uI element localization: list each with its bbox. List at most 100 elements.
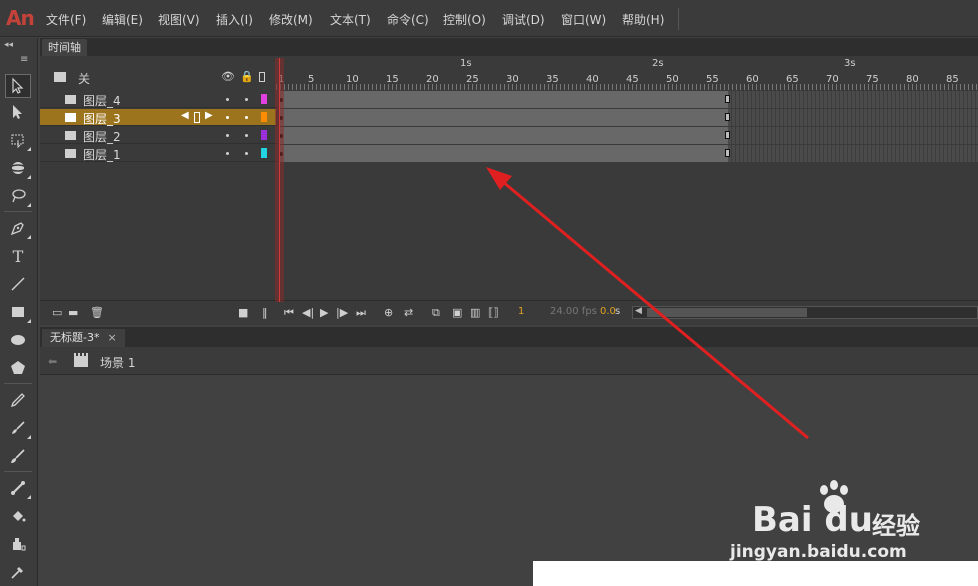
camera-icon[interactable]: ■ (238, 306, 248, 319)
lock-dot[interactable] (245, 152, 248, 155)
layer-color-swatch[interactable] (261, 148, 267, 158)
ink-bottle-tool-icon[interactable] (5, 532, 31, 556)
keyframe-toggle-icon[interactable] (194, 112, 200, 123)
end-frame[interactable] (725, 149, 730, 157)
onion-outline-icon[interactable]: ▣ (452, 306, 462, 319)
lock-icon[interactable]: 🔒 (240, 70, 254, 83)
go-first-icon[interactable]: ⏮ (284, 306, 294, 320)
layer-color-swatch[interactable] (261, 94, 267, 104)
scroll-left-icon[interactable]: ◀ (635, 306, 642, 316)
end-frame[interactable] (725, 131, 730, 139)
next-keyframe-icon[interactable]: ▶ (205, 110, 213, 121)
edit-multiple-icon[interactable]: ▥ (470, 306, 480, 319)
collapse-icon[interactable]: ◂◂ (4, 40, 13, 50)
layer-row[interactable]: 图层_2 (40, 127, 276, 144)
lasso-tool-icon[interactable] (5, 184, 31, 208)
prev-keyframe-icon[interactable]: ◀ (181, 110, 189, 121)
free-transform-tool-icon[interactable] (5, 128, 31, 152)
lock-dot[interactable] (245, 98, 248, 101)
empty-frames[interactable] (728, 109, 978, 126)
menu-text[interactable]: 文本(T) (330, 11, 371, 28)
frame-span[interactable] (280, 109, 728, 126)
frame-span[interactable] (280, 91, 728, 108)
menu-control[interactable]: 控制(O) (443, 11, 486, 28)
scene-label[interactable]: 场景 1 (100, 354, 135, 371)
frame-ruler[interactable]: 1s 2s 3s 1 5 10 15 20 25 30 35 40 45 50 … (276, 56, 978, 90)
bone-tool-icon[interactable] (5, 476, 31, 500)
brush-tool-icon[interactable] (5, 444, 31, 468)
selection-tool-icon[interactable] (5, 74, 31, 98)
empty-frames[interactable] (728, 91, 978, 108)
frames-grid[interactable] (276, 90, 978, 162)
paint-brush-tool-icon[interactable] (5, 416, 31, 440)
layer-name[interactable]: 图层_2 (83, 128, 121, 145)
layer-row-selected[interactable]: 图层_3 ◀ ▶ (40, 109, 276, 126)
layer-color-swatch[interactable] (261, 112, 267, 122)
visibility-dot[interactable] (226, 98, 229, 101)
loop-icon[interactable]: ⇄ (404, 306, 413, 319)
panel-menu-icon[interactable]: ≡ (20, 54, 28, 65)
menu-edit[interactable]: 编辑(E) (102, 11, 143, 28)
frame-rate[interactable]: 24.00 fps (550, 306, 597, 317)
oval-tool-icon[interactable] (5, 328, 31, 352)
menu-window[interactable]: 窗口(W) (561, 11, 606, 28)
pen-tool-icon[interactable] (5, 216, 31, 240)
new-folder-icon[interactable]: ▬ (68, 306, 78, 319)
rectangle-tool-icon[interactable] (5, 300, 31, 324)
layer-row[interactable]: 图层_1 (40, 145, 276, 162)
elapsed-time[interactable]: 0.0 (600, 306, 616, 317)
menu-file[interactable]: 文件(F) (46, 11, 86, 28)
play-icon[interactable]: ▶ (320, 306, 328, 319)
frame-row[interactable] (276, 109, 978, 126)
frame-row[interactable] (276, 91, 978, 108)
layer-color-swatch[interactable] (261, 130, 267, 140)
menu-view[interactable]: 视图(V) (158, 11, 200, 28)
empty-frames[interactable] (728, 127, 978, 144)
menu-insert[interactable]: 插入(I) (216, 11, 253, 28)
new-layer-icon[interactable]: ▭ (52, 306, 62, 319)
eye-icon[interactable]: 👁 (221, 70, 235, 83)
modify-markers-icon[interactable]: ⟦⟧ (488, 306, 499, 319)
frame-row[interactable] (276, 145, 978, 162)
menu-commands[interactable]: 命令(C) (387, 11, 429, 28)
delete-icon[interactable]: 🗑 (90, 306, 104, 319)
layer-folder-icon[interactable] (54, 72, 66, 82)
timeline-scrollbar[interactable]: ◀ (632, 306, 978, 319)
subselection-tool-icon[interactable] (5, 100, 31, 124)
pause-icon[interactable]: ‖ (262, 306, 268, 319)
frame-span[interactable] (280, 145, 728, 162)
close-icon[interactable]: × (107, 331, 116, 344)
layer-row[interactable]: 图层_4 (40, 91, 276, 108)
3d-rotation-tool-icon[interactable] (5, 156, 31, 180)
eyedropper-tool-icon[interactable] (5, 560, 31, 584)
visibility-dot[interactable] (226, 116, 229, 119)
paint-bucket-tool-icon[interactable] (5, 504, 31, 528)
tab-document[interactable]: 无标题-3* × (42, 329, 125, 347)
scrollbar-thumb[interactable] (647, 308, 807, 317)
layer-name[interactable]: 图层_1 (83, 146, 121, 163)
pencil-tool-icon[interactable] (5, 388, 31, 412)
layer-name[interactable]: 图层_3 (83, 110, 121, 127)
step-back-icon[interactable]: ◀| (302, 306, 314, 319)
visibility-dot[interactable] (226, 134, 229, 137)
visibility-dot[interactable] (226, 152, 229, 155)
end-frame[interactable] (725, 95, 730, 103)
menu-help[interactable]: 帮助(H) (622, 11, 664, 28)
end-frame[interactable] (725, 113, 730, 121)
lock-dot[interactable] (245, 134, 248, 137)
onion-skin-icon[interactable]: ⧉ (432, 306, 440, 320)
current-frame[interactable]: 1 (518, 306, 524, 317)
polystar-tool-icon[interactable] (5, 356, 31, 380)
lock-dot[interactable] (245, 116, 248, 119)
outline-icon[interactable] (259, 72, 265, 82)
line-tool-icon[interactable] (5, 272, 31, 296)
center-frame-icon[interactable]: ⊕ (384, 306, 393, 319)
tab-timeline[interactable]: 时间轴 (42, 39, 87, 56)
back-arrow-icon[interactable]: ⬅ (48, 355, 57, 368)
text-tool-icon[interactable]: T (5, 244, 31, 268)
layer-name[interactable]: 图层_4 (83, 92, 121, 109)
go-last-icon[interactable]: ⏭ (356, 306, 366, 320)
empty-frames[interactable] (728, 145, 978, 162)
frame-span[interactable] (280, 127, 728, 144)
menu-modify[interactable]: 修改(M) (269, 11, 313, 28)
